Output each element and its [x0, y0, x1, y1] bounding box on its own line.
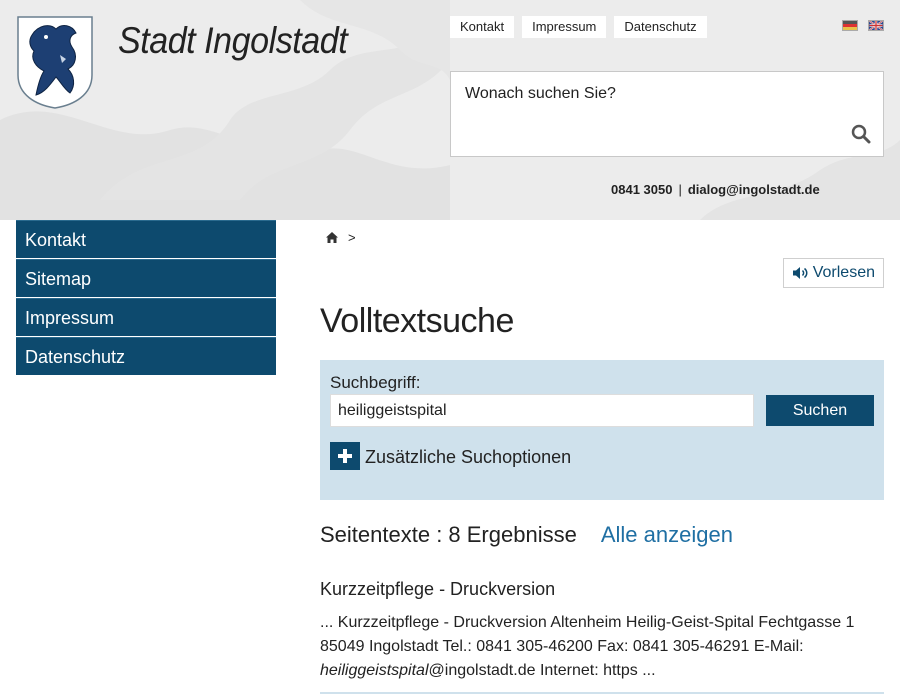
- breadcrumb: >: [326, 230, 356, 245]
- site-header: Stadt Ingolstadt Kontakt Impressum Daten…: [0, 0, 900, 220]
- sidebar-item-impressum[interactable]: Impressum: [16, 298, 276, 336]
- result-title[interactable]: Kurzzeitpflege - Druckversion: [320, 579, 555, 600]
- phone-number[interactable]: 0841 3050: [611, 182, 672, 197]
- header-search-box[interactable]: Wonach suchen Sie?: [450, 71, 884, 157]
- sidebar-item-sitemap[interactable]: Sitemap: [16, 259, 276, 297]
- header-search-placeholder[interactable]: Wonach suchen Sie?: [465, 85, 616, 103]
- english-flag-icon[interactable]: [868, 20, 884, 31]
- sidebar-item-datenschutz[interactable]: Datenschutz: [16, 337, 276, 375]
- result-snippet: ... Kurzzeitpflege - Druckversion Altenh…: [320, 611, 880, 683]
- contact-separator: |: [678, 182, 682, 197]
- read-aloud-button[interactable]: Vorlesen: [782, 258, 884, 288]
- german-flag-icon[interactable]: [842, 20, 858, 31]
- top-link-bar: Kontakt Impressum Datenschutz: [450, 16, 707, 38]
- breadcrumb-separator: >: [348, 230, 356, 245]
- read-aloud-label: Vorlesen: [812, 264, 875, 281]
- top-link-datenschutz[interactable]: Datenschutz: [614, 16, 707, 38]
- result-snippet-after: @ingolstadt.de Internet: https ...: [428, 662, 656, 679]
- page-title: Volltextsuche: [320, 302, 514, 340]
- sidebar-item-kontakt[interactable]: Kontakt: [16, 220, 276, 258]
- search-term-input[interactable]: heiliggeistspital: [330, 394, 754, 427]
- site-title[interactable]: Stadt Ingolstadt: [118, 20, 348, 62]
- result-divider: [320, 692, 884, 694]
- fulltext-search-panel: Suchbegriff: heiliggeistspital Suchen Zu…: [320, 360, 884, 500]
- sidebar-nav: Kontakt Sitemap Impressum Datenschutz: [16, 220, 276, 376]
- show-all-link[interactable]: Alle anzeigen: [601, 522, 733, 548]
- contact-email[interactable]: dialog@ingolstadt.de: [688, 182, 820, 197]
- result-snippet-before: ... Kurzzeitpflege - Druckversion Altenh…: [320, 614, 855, 655]
- results-header: Seitentexte : 8 Ergebnisse Alle anzeigen: [320, 522, 733, 548]
- speaker-icon: [792, 267, 808, 279]
- search-term-label: Suchbegriff:: [330, 373, 421, 392]
- top-link-impressum[interactable]: Impressum: [522, 16, 607, 38]
- contact-info: 0841 3050 | dialog@ingolstadt.de: [611, 182, 820, 197]
- plus-icon[interactable]: [330, 442, 360, 470]
- result-snippet-highlight: heiliggeistspital: [320, 662, 429, 679]
- results-count-heading: Seitentexte : 8 Ergebnisse: [320, 522, 577, 547]
- city-coat-of-arms-logo[interactable]: [16, 15, 94, 109]
- additional-search-options-toggle[interactable]: Zusätzliche Suchoptionen: [365, 447, 571, 468]
- top-link-kontakt[interactable]: Kontakt: [450, 16, 515, 38]
- search-icon[interactable]: [851, 124, 871, 144]
- home-icon[interactable]: [326, 232, 338, 243]
- search-submit-button[interactable]: Suchen: [766, 395, 874, 426]
